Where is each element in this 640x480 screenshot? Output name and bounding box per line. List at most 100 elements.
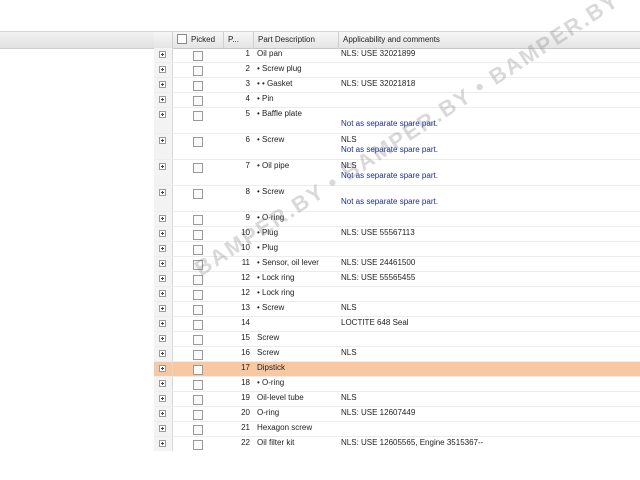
table-row[interactable]: 2 • Screw plug [154,63,640,78]
row-expander[interactable] [154,108,173,133]
expand-plus-icon[interactable] [159,245,166,252]
table-row[interactable]: 12 • Lock ring [154,287,640,302]
expand-plus-icon[interactable] [159,96,166,103]
table-row[interactable]: 11 • Sensor, oil lever NLS: USE 24461500 [154,257,640,272]
row-expander[interactable] [154,377,173,391]
row-expander[interactable] [154,93,173,107]
table-row[interactable]: 19 Oil-level tube NLS [154,392,640,407]
picked-checkbox[interactable] [193,425,203,435]
picked-checkbox[interactable] [193,395,203,405]
row-expander[interactable] [154,134,173,159]
table-row[interactable]: 21 Hexagon screw [154,422,640,437]
expand-plus-icon[interactable] [159,260,166,267]
expand-plus-icon[interactable] [159,350,166,357]
picked-checkbox[interactable] [193,230,203,240]
row-expander[interactable] [154,392,173,406]
table-row[interactable]: 6 • Screw NLS Not as separate spare part. [154,134,640,160]
picked-checkbox[interactable] [193,320,203,330]
table-row[interactable]: 9 • O-ring [154,212,640,227]
picked-checkbox[interactable] [193,380,203,390]
expand-plus-icon[interactable] [159,440,166,447]
expand-plus-icon[interactable] [159,365,166,372]
row-expander[interactable] [154,186,173,211]
expand-plus-icon[interactable] [159,320,166,327]
row-expander[interactable] [154,317,173,331]
picked-checkbox[interactable] [193,440,203,450]
table-row[interactable]: 4 • Pin [154,93,640,108]
row-expander[interactable] [154,302,173,316]
row-expander[interactable] [154,242,173,256]
expand-plus-icon[interactable] [159,163,166,170]
header-position[interactable]: P... [224,32,254,48]
row-expander[interactable] [154,347,173,361]
table-row[interactable]: 10 • Plug [154,242,640,257]
expand-plus-icon[interactable] [159,305,166,312]
row-expander[interactable] [154,407,173,421]
table-row[interactable]: 15 Screw [154,332,640,347]
row-expander[interactable] [154,212,173,226]
expand-plus-icon[interactable] [159,395,166,402]
row-expander[interactable] [154,257,173,271]
table-row[interactable]: 20 O-ring NLS: USE 12607449 [154,407,640,422]
expand-plus-icon[interactable] [159,111,166,118]
picked-all-checkbox[interactable] [177,33,187,44]
row-expander[interactable] [154,63,173,77]
expand-plus-icon[interactable] [159,215,166,222]
picked-checkbox[interactable] [193,137,203,147]
row-expander[interactable] [154,78,173,92]
expand-plus-icon[interactable] [159,66,166,73]
table-row[interactable]: 1 Oil pan NLS: USE 32021899 [154,48,640,63]
table-row[interactable]: 5 • Baffle plate Not as separate spare par… [154,108,640,134]
picked-checkbox[interactable] [193,410,203,420]
picked-checkbox[interactable] [193,163,203,173]
expand-plus-icon[interactable] [159,51,166,58]
expand-plus-icon[interactable] [159,230,166,237]
row-expander[interactable] [154,437,173,451]
picked-checkbox[interactable] [193,96,203,106]
table-row[interactable]: 10 • Plug NLS: USE 55567113 [154,227,640,242]
expand-plus-icon[interactable] [159,81,166,88]
picked-checkbox[interactable] [193,215,203,225]
table-row[interactable]: 12 • Lock ring NLS: USE 55565455 [154,272,640,287]
expand-plus-icon[interactable] [159,290,166,297]
table-row[interactable]: 16 Screw NLS [154,347,640,362]
picked-checkbox[interactable] [193,245,203,255]
expand-plus-icon[interactable] [159,380,166,387]
row-expander[interactable] [154,422,173,436]
picked-checkbox[interactable] [193,305,203,315]
expand-plus-icon[interactable] [159,335,166,342]
picked-checkbox[interactable] [193,111,203,121]
picked-checkbox[interactable] [193,290,203,300]
picked-checkbox[interactable] [193,66,203,76]
picked-checkbox[interactable] [193,81,203,91]
row-expander[interactable] [154,332,173,346]
row-expander[interactable] [154,272,173,286]
expand-plus-icon[interactable] [159,189,166,196]
header-picked[interactable]: Picked [173,32,224,48]
row-expander[interactable] [154,287,173,301]
table-row[interactable]: 17 Dipstick [154,362,640,377]
picked-checkbox[interactable] [193,350,203,360]
expand-plus-icon[interactable] [159,410,166,417]
table-row[interactable]: 13 • Screw NLS [154,302,640,317]
row-expander[interactable] [154,227,173,241]
picked-checkbox[interactable] [193,260,203,270]
row-expander[interactable] [154,48,173,62]
table-row[interactable]: 22 Oil filter kit NLS: USE 12605565, Engin… [154,437,640,451]
picked-checkbox[interactable] [193,365,203,375]
row-expander[interactable] [154,362,173,376]
picked-checkbox[interactable] [193,189,203,199]
table-row[interactable]: 8 • Screw Not as separate spare part. [154,186,640,212]
header-part-description[interactable]: Part Description [254,32,339,48]
picked-checkbox[interactable] [193,275,203,285]
header-applicability[interactable]: Applicability and comments [339,32,640,48]
table-row[interactable]: 3 • • Gasket NLS: USE 32021818 [154,78,640,93]
expand-plus-icon[interactable] [159,425,166,432]
expand-plus-icon[interactable] [159,137,166,144]
picked-checkbox[interactable] [193,51,203,61]
row-expander[interactable] [154,160,173,185]
table-row[interactable]: 14 LOCTITE 648 Seal [154,317,640,332]
table-row[interactable]: 7 • Oil pipe NLS Not as separate spare part… [154,160,640,186]
table-row[interactable]: 18 • O-ring [154,377,640,392]
expand-plus-icon[interactable] [159,275,166,282]
